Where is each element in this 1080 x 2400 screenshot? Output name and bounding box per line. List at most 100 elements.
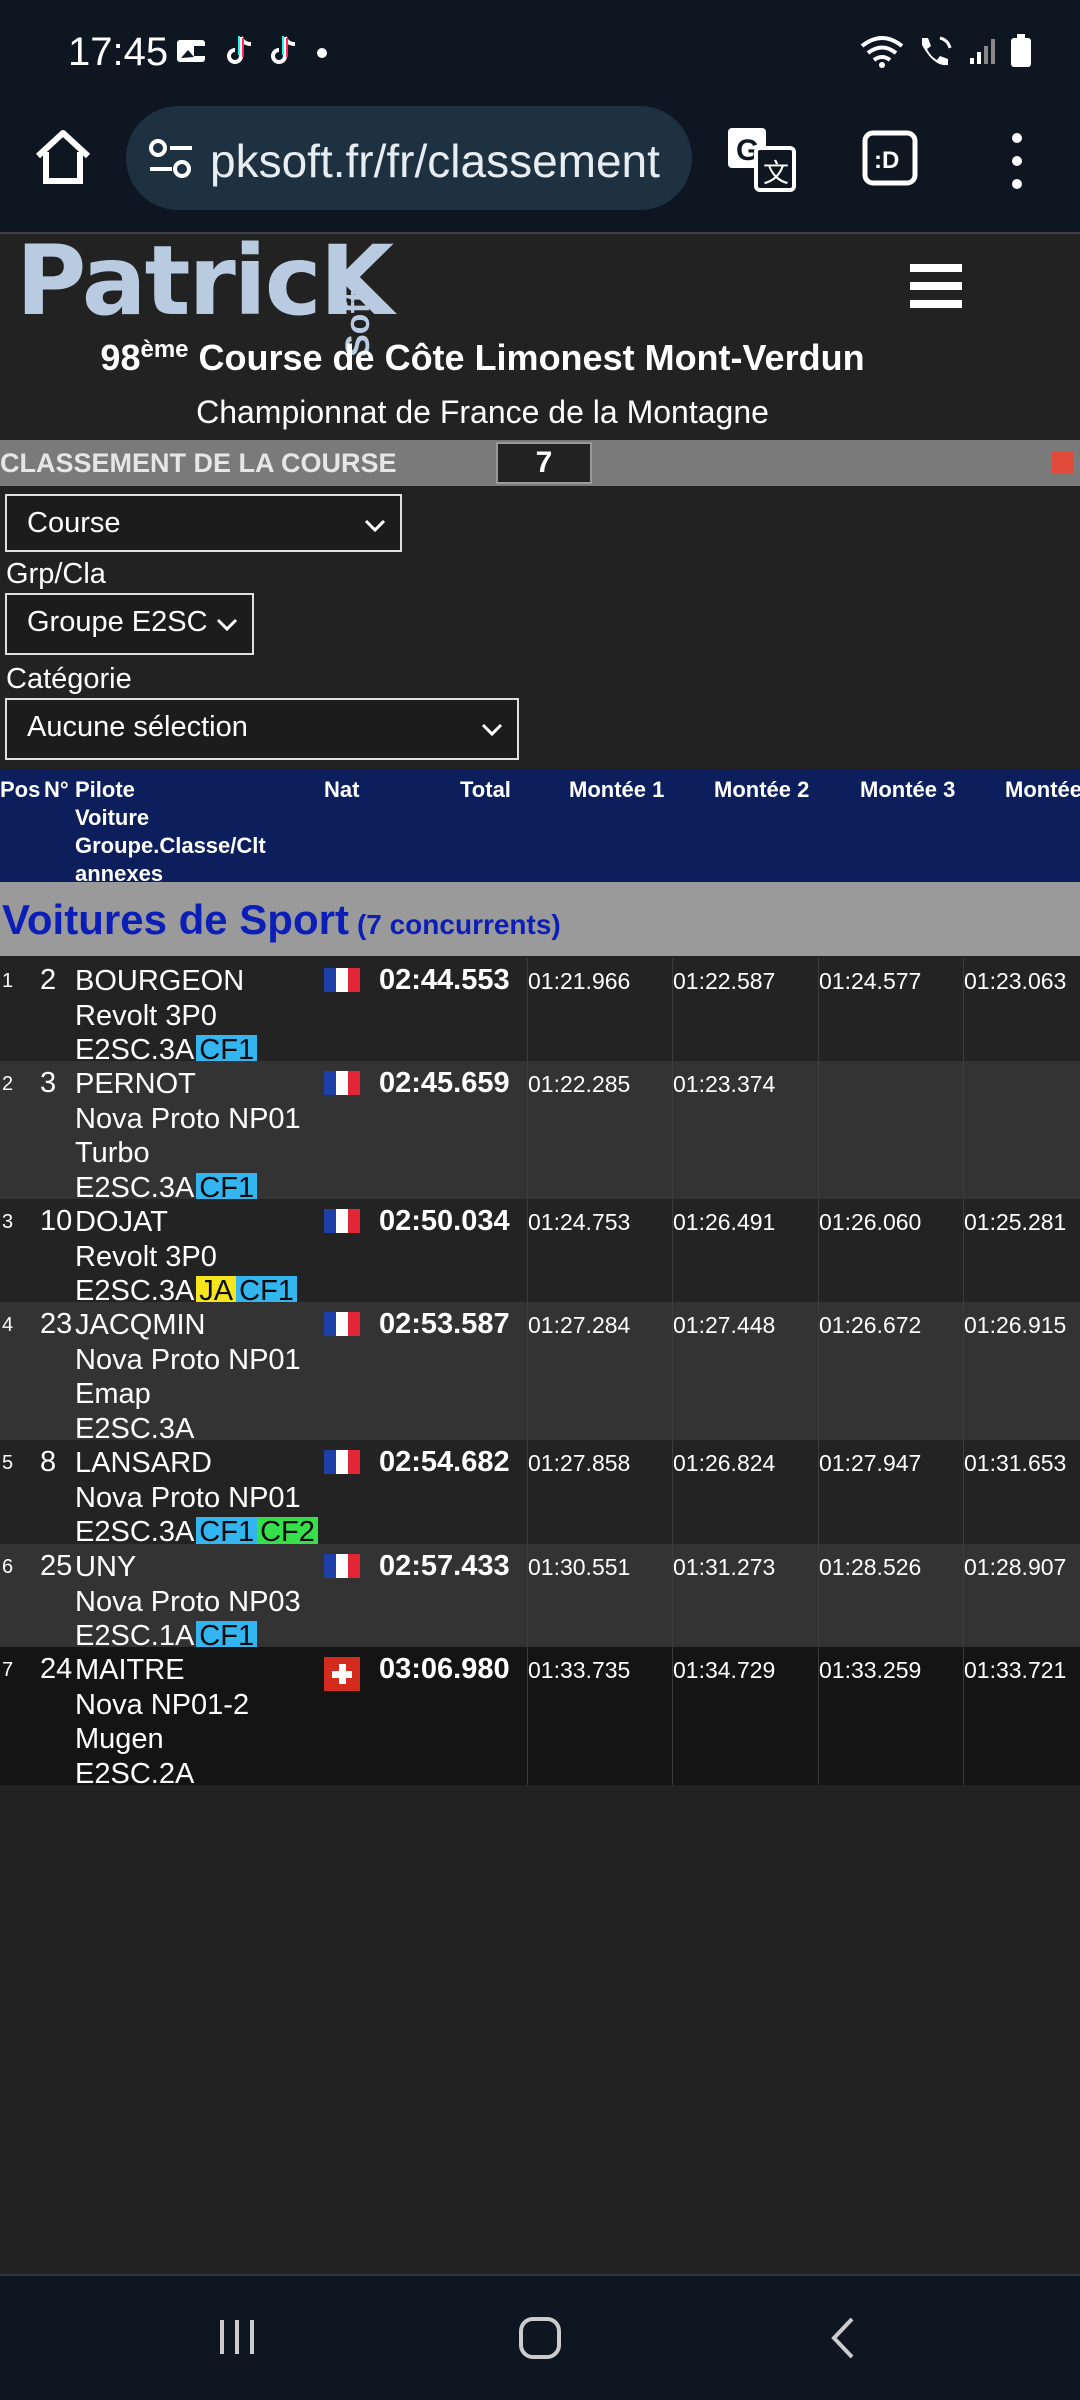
logo-text: PatricK — [16, 236, 394, 337]
table-row[interactable]: 7 24 MAITRE Nova NP01-2 Mugen E2SC.2A 03:06.98… — [0, 1647, 1080, 1790]
wifi-call-icon — [922, 36, 952, 66]
table-row[interactable]: 4 23 JACQMIN Nova Proto NP01 Emap E2SC.3A 02:5… — [0, 1302, 1080, 1445]
french-flag-icon — [324, 1312, 360, 1336]
pilot-info: LANSARD Nova Proto NP01 E2SC.3A CF1 CF2 — [75, 1446, 318, 1550]
total-time: 02:50.034 — [379, 1205, 510, 1237]
race-select-value: Course — [27, 507, 121, 539]
car-name: Emap — [75, 1378, 151, 1410]
total-time: 02:53.587 — [379, 1308, 510, 1340]
flag-fr — [324, 1312, 360, 1336]
car-name: Nova Proto NP01 — [75, 1343, 301, 1376]
group-count: (7 concurrents) — [356, 909, 561, 940]
table-row[interactable]: 5 8 LANSARD Nova Proto NP01 E2SC.3A CF1 CF2 02:… — [0, 1440, 1080, 1548]
climb-4-time: 01:31.653 — [964, 1450, 1067, 1476]
car-name: Revolt 3P0 — [75, 999, 217, 1032]
event-number: 98 — [100, 337, 141, 378]
climb-3-time: 01:26.060 — [819, 1209, 922, 1235]
group-select[interactable]: Groupe E2SC — [5, 593, 254, 655]
table-row[interactable]: 2 3 PERNOT Nova Proto NP01 Turbo E2SC.3A CF1 02… — [0, 1061, 1080, 1204]
pilot-info: PERNOT Nova Proto NP01 Turbo E2SC.3A CF1 — [75, 1067, 301, 1205]
car-number: 24 — [40, 1653, 73, 1685]
french-flag-icon — [324, 968, 360, 992]
category-label: Catégorie — [6, 663, 132, 695]
wifi-icon — [860, 36, 904, 68]
total-time: 02:45.659 — [379, 1067, 510, 1099]
home-icon[interactable] — [30, 124, 96, 190]
category-select-value: Aucune sélection — [27, 711, 248, 743]
climb-1-time: 01:27.284 — [528, 1312, 631, 1338]
pilot-name[interactable]: PERNOT — [75, 1067, 301, 1102]
pilot-name[interactable]: UNY — [75, 1550, 301, 1585]
pilot-info: BOURGEON Revolt 3P0 E2SC.3A CF1 — [75, 964, 258, 1068]
flag-fr — [324, 968, 360, 992]
french-flag-icon — [324, 1554, 360, 1578]
col-pilot[interactable]: Pilote Voiture Groupe.Classe/Clt annexes — [75, 776, 266, 888]
col-climb-2[interactable]: Montée 2 — [714, 776, 809, 804]
col-climb-3[interactable]: Montée 3 — [860, 776, 955, 804]
car-name: Nova Proto NP03 — [75, 1585, 301, 1618]
hamburger-menu-icon[interactable] — [910, 264, 962, 308]
chevron-down-icon — [216, 618, 238, 632]
web-page: PatricK Soft 98ème Course de Côte Limone… — [0, 236, 1080, 2274]
column-divider — [963, 1061, 964, 1199]
col-pos[interactable]: Pos — [0, 776, 40, 804]
system-nav-bar — [0, 2274, 1080, 2400]
col-climb-4[interactable]: Montée — [1005, 776, 1080, 804]
home-icon[interactable] — [518, 2316, 562, 2360]
category-select[interactable]: Aucune sélection — [5, 698, 519, 760]
status-time: 17:45 — [68, 30, 169, 74]
battery-icon — [1011, 34, 1031, 67]
more-options-icon[interactable] — [1004, 126, 1030, 196]
pilot-name[interactable]: DOJAT — [75, 1205, 297, 1240]
system-icons — [860, 34, 1032, 68]
climb-4-time: 01:33.721 — [964, 1657, 1067, 1683]
climb-1-time: 01:24.753 — [528, 1209, 631, 1235]
col-car-line: Voiture — [75, 805, 150, 830]
flag-fr — [324, 1209, 360, 1233]
col-class-line: Groupe.Classe/Clt — [75, 833, 266, 858]
patricksoft-logo[interactable]: PatricK — [16, 236, 394, 337]
climb-4-time: 01:28.907 — [964, 1554, 1067, 1580]
climb-1-time: 01:33.735 — [528, 1657, 631, 1683]
car-name: Nova Proto NP01 — [75, 1481, 301, 1514]
table-row[interactable]: 3 10 DOJAT Revolt 3P0 E2SC.3A JA CF1 02:50.034 0… — [0, 1199, 1080, 1307]
pilot-name[interactable]: MAITRE — [75, 1653, 249, 1688]
col-number[interactable]: N° — [44, 776, 69, 804]
car-number: 8 — [40, 1446, 57, 1478]
col-total[interactable]: Total — [460, 776, 511, 804]
climb-2-time: 01:26.491 — [673, 1209, 776, 1235]
pilot-name[interactable]: JACQMIN — [75, 1308, 301, 1343]
pilot-info: DOJAT Revolt 3P0 E2SC.3A JA CF1 — [75, 1205, 297, 1309]
flag-fr — [324, 1554, 360, 1578]
address-bar[interactable]: pksoft.fr/fr/classement — [126, 106, 692, 210]
tiktok-icon — [271, 36, 296, 64]
col-climb-1[interactable]: Montée 1 — [569, 776, 664, 804]
col-nat[interactable]: Nat — [324, 776, 359, 804]
table-row[interactable]: 1 2 BOURGEON Revolt 3P0 E2SC.3A CF1 02:44.553 0… — [0, 958, 1080, 1066]
race-select[interactable]: Course — [5, 494, 402, 552]
total-time: 03:06.980 — [379, 1653, 510, 1685]
car-name: Revolt 3P0 — [75, 1240, 217, 1273]
table-row[interactable]: 6 25 UNY Nova Proto NP03 E2SC.1A CF1 02:57.433… — [0, 1544, 1080, 1652]
climb-2-time: 01:31.273 — [673, 1554, 776, 1580]
ranking-section-bar: CLASSEMENT DE LA COURSE 7 — [0, 440, 1080, 486]
climb-2-time: 01:22.587 — [673, 968, 776, 994]
back-icon[interactable] — [828, 2316, 858, 2360]
pilot-name[interactable]: BOURGEON — [75, 964, 257, 999]
group-select-value: Groupe E2SC — [27, 606, 208, 638]
site-settings-icon[interactable] — [146, 136, 196, 182]
recents-icon[interactable] — [216, 2316, 258, 2358]
car-number: 10 — [40, 1205, 73, 1237]
url-text: pksoft.fr/fr/classement — [210, 135, 660, 187]
event-name: Course de Côte Limonest Mont-Verdun — [188, 337, 865, 378]
climb-1-time: 01:22.285 — [528, 1071, 631, 1097]
event-title: 98ème Course de Côte Limonest Mont-Verdu… — [0, 336, 965, 379]
pilot-name[interactable]: LANSARD — [75, 1446, 318, 1481]
class-code: E2SC.2A — [75, 1757, 195, 1790]
column-divider — [818, 1061, 819, 1199]
climb-1-time: 01:27.858 — [528, 1450, 631, 1476]
tabs-icon[interactable]: :D — [862, 130, 918, 186]
climb-3-time: 01:33.259 — [819, 1657, 922, 1683]
championship-title: Championnat de France de la Montagne — [196, 394, 769, 430]
translate-icon[interactable]: G文 — [726, 126, 796, 192]
